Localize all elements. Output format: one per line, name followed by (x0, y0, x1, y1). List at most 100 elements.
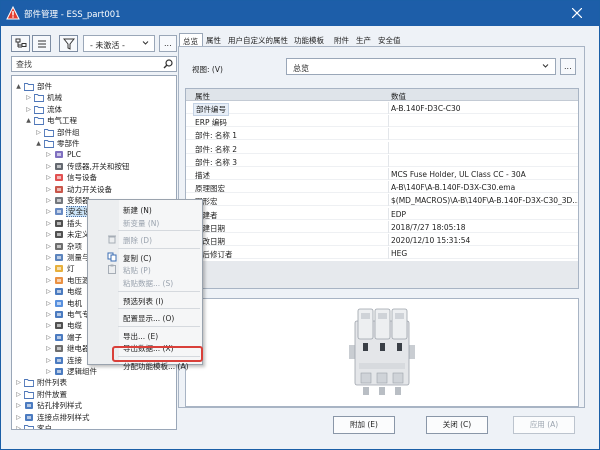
expand-toggle-icon[interactable]: ▷ (35, 127, 42, 138)
property-row[interactable]: 部件编号 A-B.140F-D3C-C30 (186, 102, 578, 116)
wire-icon (54, 321, 64, 330)
view-more-button[interactable]: ... (560, 58, 576, 75)
tab-1[interactable]: 属性 (203, 33, 225, 46)
expand-toggle-icon[interactable]: ▷ (45, 206, 52, 217)
title-bar[interactable]: 部件管理 - ESS_part001 (1, 1, 599, 26)
property-row[interactable]: 图形宏 $(MD_MACROS)\A-B\140F\A-B.140F-D3X-C3… (186, 194, 578, 207)
tree-item[interactable]: ▷ 部件组 (12, 127, 176, 138)
property-row[interactable]: 部件: 名称 3 (186, 154, 578, 167)
expand-toggle-icon[interactable]: ▷ (45, 286, 52, 297)
property-row[interactable]: 部件: 名称 2 (186, 141, 578, 154)
view-select[interactable]: 总览 (286, 58, 556, 75)
expand-toggle-icon[interactable]: ▷ (45, 241, 52, 252)
expand-toggle-icon[interactable]: ▷ (45, 149, 52, 160)
expand-toggle-icon[interactable]: ▷ (15, 377, 22, 388)
tab-0[interactable]: 总览 (179, 33, 203, 46)
tab-6[interactable]: 安全值 (375, 33, 405, 46)
tree-view-button[interactable] (11, 35, 30, 52)
copy-icon (107, 252, 117, 262)
apply-button[interactable]: 应用 (A) (513, 416, 575, 434)
expand-toggle-icon[interactable]: ▷ (25, 92, 32, 103)
tree-item[interactable]: ▲ 部件 (12, 81, 176, 92)
tab-4[interactable]: 附件 (331, 33, 353, 46)
expand-toggle-icon[interactable]: ▷ (45, 309, 52, 320)
property-row[interactable]: 更改日期 2020/12/10 15:31:54 (186, 234, 578, 246)
expand-toggle-icon[interactable]: ▷ (15, 423, 22, 429)
collapse-toggle-icon[interactable]: ▲ (35, 138, 42, 149)
close-window-button[interactable] (555, 1, 599, 26)
expand-toggle-icon[interactable]: ▷ (15, 389, 22, 400)
property-row[interactable]: ERP 编码 (186, 115, 578, 128)
tab-label: 安全值 (378, 36, 401, 45)
paste-icon (107, 264, 117, 275)
tree-item[interactable]: ▷ 客户 (12, 423, 176, 429)
expand-toggle-icon[interactable]: ▷ (45, 184, 52, 195)
tab-5[interactable]: 生产 (353, 33, 375, 46)
property-grid[interactable]: 属性 数值 部件编号 A-B.140F-D3C-C30 ERP 编码 部件: 名称 1… (185, 88, 579, 289)
collapse-toggle-icon[interactable]: ▲ (25, 115, 32, 126)
value-column-header: 数值 (391, 92, 406, 101)
collapse-toggle-icon[interactable]: ▲ (15, 81, 22, 92)
tree-item[interactable]: ▷ 附件列表 (12, 377, 176, 388)
expand-toggle-icon[interactable]: ▷ (45, 218, 52, 229)
expand-toggle-icon[interactable]: ▷ (45, 263, 52, 274)
expand-toggle-icon[interactable]: ▷ (45, 161, 52, 172)
add-button[interactable]: 附加 (E) (333, 416, 395, 434)
filter-more-button[interactable]: ... (159, 35, 177, 52)
expand-toggle-icon[interactable]: ▷ (15, 400, 22, 411)
property-row[interactable]: 部件: 名称 1 (186, 128, 578, 141)
search-box[interactable] (11, 56, 177, 72)
context-menu-item[interactable]: 导出... (E) (88, 329, 202, 341)
expand-toggle-icon[interactable]: ▷ (45, 332, 52, 343)
tab-2[interactable]: 用户自定义的属性 (225, 33, 291, 46)
list-view-icon (38, 40, 46, 48)
expand-toggle-icon[interactable]: ▷ (45, 320, 52, 331)
filter-button[interactable] (59, 35, 78, 52)
expand-toggle-icon[interactable]: ▷ (45, 343, 52, 354)
expand-toggle-icon[interactable]: ▷ (45, 298, 52, 309)
property-row[interactable]: 最后修订者 HEG (186, 247, 578, 260)
expand-toggle-icon[interactable]: ▷ (45, 275, 52, 286)
tree-item[interactable]: ▷ 信号设备 (12, 172, 176, 183)
search-input[interactable] (16, 58, 156, 70)
property-name: 部件编号 (193, 103, 229, 116)
tree-item-label: 动力开关设备 (67, 184, 112, 194)
property-row[interactable]: 创建日期 2018/7/27 18:05:18 (186, 220, 578, 233)
context-menu-item[interactable]: 新变量 (N) (88, 216, 202, 228)
context-menu-item[interactable]: 复制 (C) (88, 251, 202, 263)
tree-item[interactable]: ▷ 流体 (12, 104, 176, 115)
context-menu-item[interactable]: 粘贴数据... (S) (88, 276, 202, 288)
tree-item[interactable]: ▷ 机械 (12, 92, 176, 103)
tree-item[interactable]: ▷ 动力开关设备 (12, 184, 176, 195)
context-menu-item[interactable]: 新建 (N) (88, 203, 202, 215)
context-menu-item[interactable]: 粘贴 (P) (88, 263, 202, 275)
tab-3[interactable]: 功能模板 (291, 33, 331, 46)
tree-item[interactable]: ▲ 零部件 (12, 138, 176, 149)
property-row[interactable]: 描述 MCS Fuse Holder, UL Class CC - 30A (186, 168, 578, 180)
filter-select[interactable]: - 未激活 - (83, 35, 155, 52)
expand-toggle-icon[interactable]: ▷ (45, 252, 52, 263)
property-row[interactable]: 创建者 EDP (186, 207, 578, 220)
property-row[interactable]: 原理图宏 A-B\140F\A-B.140F-D3X-C30.ema (186, 181, 578, 194)
tree-item[interactable]: ▷ 传感器,开关和按钮 (12, 161, 176, 172)
context-menu-item-label: 新变量 (N) (123, 218, 160, 228)
expand-toggle-icon[interactable]: ▷ (15, 412, 22, 423)
context-menu-item[interactable]: 删除 (D) (88, 233, 202, 245)
tree-item[interactable]: ▷ 附件放置 (12, 389, 176, 400)
expand-toggle-icon[interactable]: ▷ (45, 366, 52, 377)
expand-toggle-icon[interactable]: ▷ (45, 229, 52, 240)
list-view-button[interactable] (32, 35, 51, 52)
tree-item[interactable]: ▷ 钻孔排列样式 (12, 400, 176, 411)
expand-toggle-icon[interactable]: ▷ (45, 355, 52, 366)
context-menu-item[interactable]: 配置显示... (O) (88, 311, 202, 323)
close-button[interactable]: 关闭 (C) (426, 416, 488, 434)
tree-item[interactable]: ▲ 电气工程 (12, 115, 176, 126)
search-icon[interactable] (163, 59, 173, 69)
expand-toggle-icon[interactable]: ▷ (45, 195, 52, 206)
expand-toggle-icon[interactable]: ▷ (25, 104, 32, 115)
expand-toggle-icon[interactable]: ▷ (45, 172, 52, 183)
tree-item[interactable]: ▷ PLC (12, 149, 176, 160)
menu-separator (118, 308, 200, 310)
tree-item[interactable]: ▷ 连接点排列样式 (12, 412, 176, 423)
context-menu-item[interactable]: 预选列表 (I) (88, 294, 202, 306)
